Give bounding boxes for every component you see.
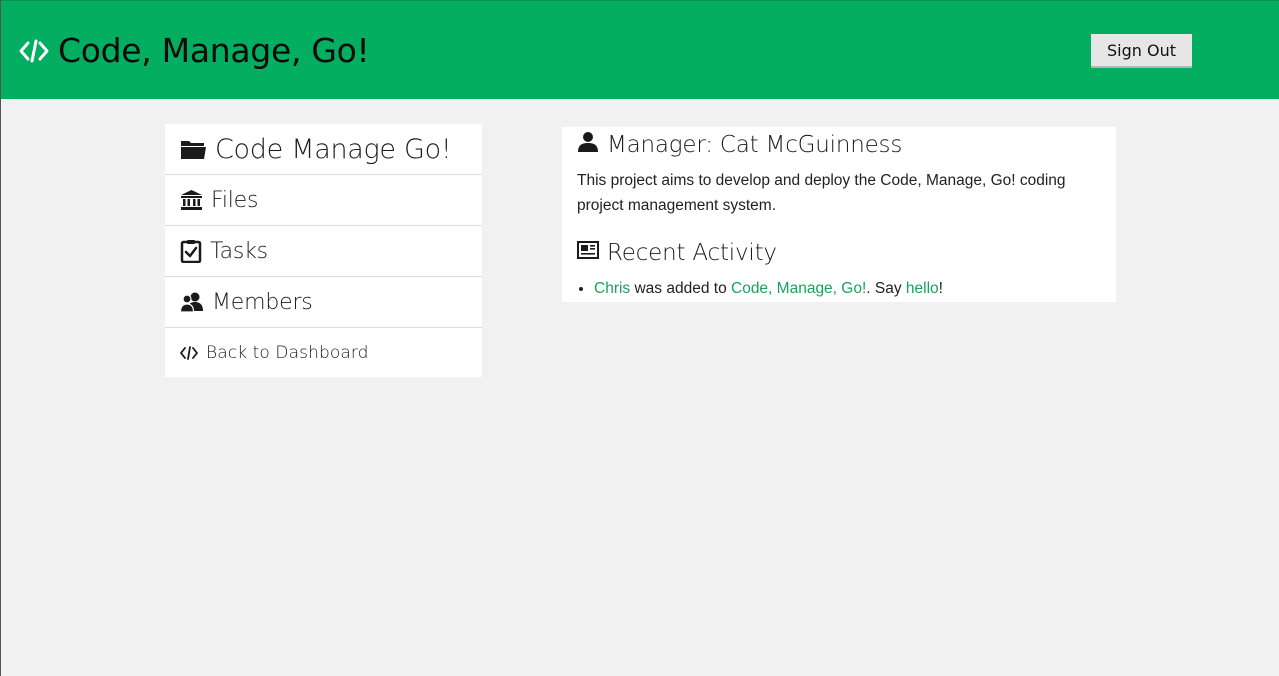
sidebar-item-project[interactable]: Code Manage Go! [165,124,482,175]
activity-text: was added to [630,280,731,297]
sidebar: Code Manage Go! Files Tasks Members Back… [165,124,482,377]
brand[interactable]: Code, Manage, Go! [18,31,370,70]
clipboard-check-icon [180,239,202,263]
users-icon [180,291,204,313]
back-to-dashboard-link[interactable]: Back to Dashboard [165,328,482,378]
user-icon [577,131,599,159]
manager-heading: Manager: Cat McGuinness [577,131,902,159]
activity-text: . Say [866,280,906,297]
project-link[interactable]: Code, Manage, Go! [731,280,866,297]
sign-out-button[interactable]: Sign Out [1091,34,1192,68]
newspaper-icon [577,240,599,266]
page: Code, Manage, Go! Sign Out Code Manage G… [0,0,1279,676]
list-item: Chris was added to Code, Manage, Go!. Sa… [594,277,943,301]
top-bar: Code, Manage, Go! Sign Out [1,0,1279,99]
activity-list: Chris was added to Code, Manage, Go!. Sa… [577,277,943,301]
code-icon [18,38,50,64]
code-icon [180,345,198,361]
hello-link[interactable]: hello [906,280,939,297]
sidebar-item-label: Tasks [210,238,268,264]
manager-name: Manager: Cat McGuinness [607,132,903,158]
recent-activity-heading: Recent Activity [577,240,777,266]
recent-activity-title: Recent Activity [607,240,777,266]
app-title: Code, Manage, Go! [58,31,370,70]
folder-icon [180,138,207,160]
sidebar-item-members[interactable]: Members [165,277,482,328]
sidebar-item-files[interactable]: Files [165,175,482,226]
project-description: This project aims to develop and deploy … [577,172,1066,214]
sidebar-item-tasks[interactable]: Tasks [165,226,482,277]
activity-text: ! [938,280,943,297]
project-overview-panel: Manager: Cat McGuinness This project aim… [562,127,1116,302]
project-name: Code Manage Go! [215,133,452,165]
sidebar-item-label: Files [211,187,259,213]
bank-icon [180,189,203,211]
user-link[interactable]: Chris [594,280,630,297]
back-to-dashboard-label: Back to Dashboard [206,343,369,363]
sidebar-item-label: Members [212,289,313,315]
